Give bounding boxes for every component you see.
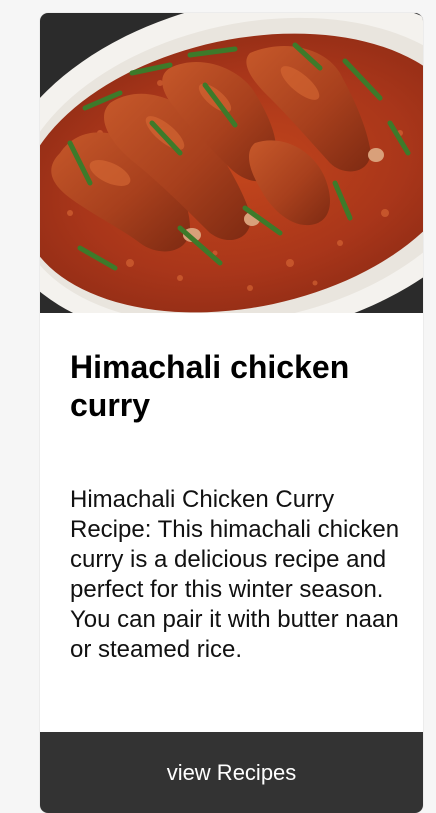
recipe-description: Himachali Chicken Curry Recipe: This him… (70, 486, 400, 663)
recipe-image (40, 13, 423, 313)
recipe-title: Himachali chicken curry (70, 349, 350, 423)
recipe-card: Himachali chicken curry Himachali Chicke… (40, 13, 423, 813)
view-recipes-button[interactable]: view Recipes (40, 732, 423, 813)
